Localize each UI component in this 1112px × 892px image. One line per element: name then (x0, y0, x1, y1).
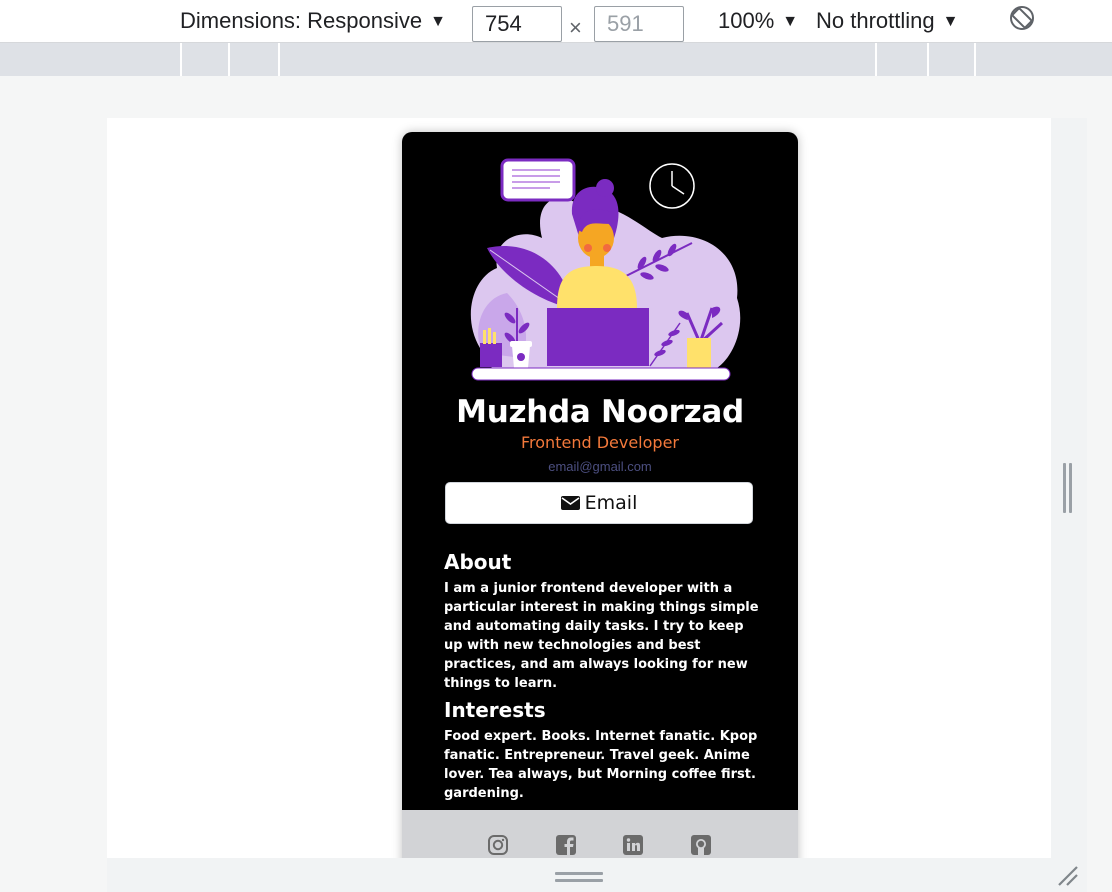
caret-down-icon: ▼ (942, 13, 959, 30)
ruler-divider (875, 43, 877, 76)
throttling-label: No throttling (816, 8, 935, 33)
profile-name: Muzhda Noorzad (456, 394, 744, 430)
resize-handle-icon[interactable] (1063, 463, 1075, 513)
interests-heading: Interests (444, 698, 546, 722)
height-input[interactable]: 591 (594, 6, 684, 42)
envelope-icon (560, 496, 580, 510)
caret-down-icon: ▼ (430, 13, 446, 30)
facebook-icon[interactable] (555, 834, 577, 856)
instagram-icon[interactable] (487, 834, 509, 856)
dimensions-label: Dimensions: Responsive (180, 8, 423, 33)
about-text: I am a junior frontend developer with a … (444, 581, 759, 691)
linkedin-icon[interactable] (622, 834, 644, 856)
profile-card: Muzhda Noorzad Frontend Developer email@… (402, 132, 798, 858)
zoom-dropdown[interactable]: 100% ▼ (718, 6, 798, 36)
width-input[interactable]: 754 (472, 6, 562, 42)
email-button[interactable]: Email (445, 482, 753, 524)
rotate-icon[interactable] (1008, 4, 1036, 32)
interests-text: Food expert. Books. Internet fanatic. Kp… (444, 729, 758, 801)
ruler-divider (974, 43, 976, 76)
ruler-divider (180, 43, 182, 76)
social-footer (402, 810, 798, 858)
about-heading: About (444, 550, 512, 574)
caret-down-icon: ▼ (782, 13, 799, 30)
ruler-divider (228, 43, 230, 76)
corner-grip-icon[interactable] (1056, 864, 1080, 888)
email-button-label: Email (584, 492, 638, 514)
resize-handle-icon[interactable] (555, 870, 603, 884)
zoom-label: 100% (718, 8, 775, 33)
media-query-ruler (0, 43, 1112, 76)
ruler-divider (278, 43, 280, 76)
ruler-divider (927, 43, 929, 76)
developer-illustration (470, 158, 741, 381)
github-icon[interactable] (690, 834, 712, 856)
emulated-viewport: Muzhda Noorzad Frontend Developer email@… (107, 118, 1051, 858)
profile-role: Frontend Developer (521, 433, 679, 452)
devtools-toolbar: Dimensions: Responsive ▼ 754 × 591 100% ▼ … (0, 0, 1112, 43)
times-sign: × (569, 15, 582, 40)
profile-email: email@gmail.com (548, 459, 652, 474)
dimensions-dropdown[interactable]: Dimensions: Responsive ▼ (180, 6, 446, 36)
throttling-dropdown[interactable]: No throttling ▼ (816, 6, 958, 36)
